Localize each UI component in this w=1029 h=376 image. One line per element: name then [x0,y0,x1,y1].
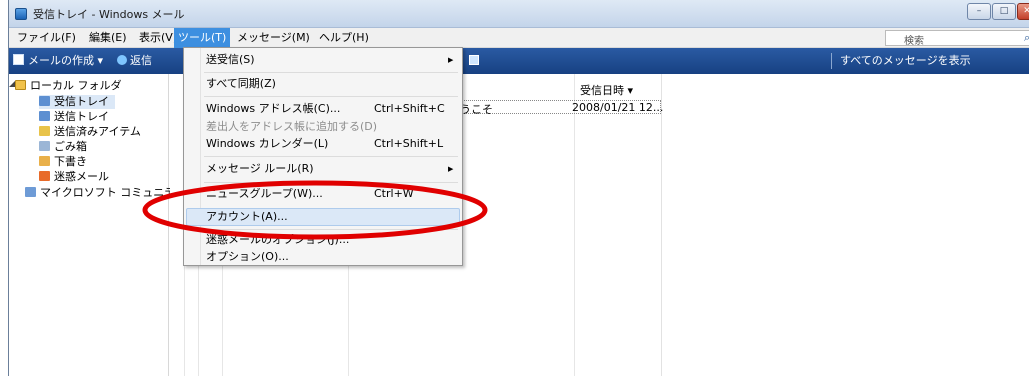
title-bar: 受信トレイ - Windows メール – □ ✕ [9,0,1029,28]
new-mail-label: メールの作成 ▾ [28,54,104,67]
menu-item-address-book[interactable]: Windows アドレス帳(C)... [206,100,340,118]
column-header-date[interactable]: 受信日時 ▾ [580,82,633,98]
folder-sent[interactable]: 送信済みアイテム [39,125,141,139]
tools-dropdown-menu: 送受信(S) ▶ すべて同期(Z) Windows アドレス帳(C)... Ct… [183,47,463,266]
preview-pane [663,74,1029,376]
folder-outbox[interactable]: 送信トレイ [39,110,109,124]
menu-separator [204,156,458,157]
shortcut-newsgroups: Ctrl+W [374,187,414,200]
folder-drafts[interactable]: 下書き [39,155,87,169]
search-input[interactable]: 検索 ⌕ [885,30,1029,47]
folder-local-label: ローカル フォルダ [30,79,122,92]
menu-item-add-sender: 差出人をアドレス帳に追加する(D) [206,120,378,133]
submenu-arrow-icon: ▶ [448,165,454,173]
folder-trash[interactable]: ごみ箱 [39,140,87,154]
folder-trash-label: ごみ箱 [54,140,87,153]
shortcut-calendar: Ctrl+Shift+L [374,137,444,150]
mail-window: 受信トレイ - Windows メール – □ ✕ ファイル(F) 編集(E) … [8,0,1029,376]
window-title: 受信トレイ - Windows メール [33,8,185,21]
message-subject: うこそ [460,103,493,116]
trash-icon [39,141,50,151]
folder-outbox-label: 送信トレイ [54,110,109,123]
menu-item-newsgroups[interactable]: ニュースグループ(W)... [206,185,323,203]
view-filter-dropdown[interactable]: すべてのメッセージを表示 [831,53,1029,69]
folder-junk[interactable]: 迷惑メール [39,170,109,184]
folder-inbox-label: 受信トレイ [54,95,109,108]
menu-item-accounts[interactable]: アカウント(A)... [206,208,288,226]
reply-button[interactable]: 返信 [117,53,152,69]
drafts-icon [39,156,50,166]
menu-separator [204,182,458,183]
folder-community-label: マイクロソフト コミュニテ [40,186,176,199]
menu-separator [204,72,458,73]
folder-junk-label: 迷惑メール [54,170,109,183]
windows-mail-icon [15,8,27,20]
folder-sent-label: 送信済みアイテム [54,125,141,138]
menu-item-message-rules[interactable]: メッセージ ルール(R) [206,160,314,178]
new-mail-icon [13,54,24,65]
menu-bar: ファイル(F) 編集(E) 表示(V) ツール(T) メッセージ(M) ヘルプ(… [9,28,1029,48]
junk-mail-icon [39,171,50,181]
folder-local[interactable]: ローカル フォルダ [15,79,122,93]
menu-item-options[interactable]: オプション(O)... [206,248,289,266]
menu-help[interactable]: ヘルプ(H) [315,28,373,48]
folder-drafts-label: 下書き [54,155,87,168]
reply-label: 返信 [130,54,152,67]
view-layout-icon [468,55,479,65]
column-divider [574,74,575,376]
sent-items-icon [39,126,50,136]
search-icon[interactable]: ⌕ [1024,31,1029,45]
menu-message[interactable]: メッセージ(M) [233,28,314,48]
folder-pane: ◢ ローカル フォルダ 受信トレイ 送信トレイ 送信済みアイテム ごみ箱 下書き… [9,74,175,376]
menu-item-junk-options[interactable]: 迷惑メールのオプション(J)... [206,231,349,249]
inbox-icon [39,96,50,106]
outbox-icon [39,111,50,121]
menu-file[interactable]: ファイル(F) [13,28,80,48]
folder-community[interactable]: マイクロソフト コミュニテ [25,186,175,200]
menu-gutter [200,48,201,265]
menu-tools[interactable]: ツール(T) [174,28,231,48]
submenu-arrow-icon: ▶ [448,56,454,64]
menu-separator [204,229,458,230]
minimize-button[interactable]: – [967,3,991,20]
folder-icon [15,80,26,90]
search-placeholder: 検索 [904,36,924,47]
toolbar: メールの作成 ▾ 返信 ▾ すべてのメッセージを表示 [9,48,1029,74]
close-button[interactable]: ✕ [1017,3,1029,20]
maximize-button[interactable]: □ [992,3,1016,20]
menu-item-send-receive[interactable]: 送受信(S) [206,51,255,69]
shortcut-address-book: Ctrl+Shift+C [374,102,445,115]
reply-icon [117,55,127,65]
new-mail-button[interactable]: メールの作成 ▾ [13,53,103,69]
message-date: 2008/01/21 12... [572,101,664,114]
community-icon [25,187,36,197]
menu-separator [204,96,458,97]
folder-inbox[interactable]: 受信トレイ [39,95,115,109]
menu-edit[interactable]: 編集(E) [85,28,131,48]
menu-item-sync-all[interactable]: すべて同期(Z) [206,75,276,93]
menu-item-calendar[interactable]: Windows カレンダー(L) [206,135,328,153]
